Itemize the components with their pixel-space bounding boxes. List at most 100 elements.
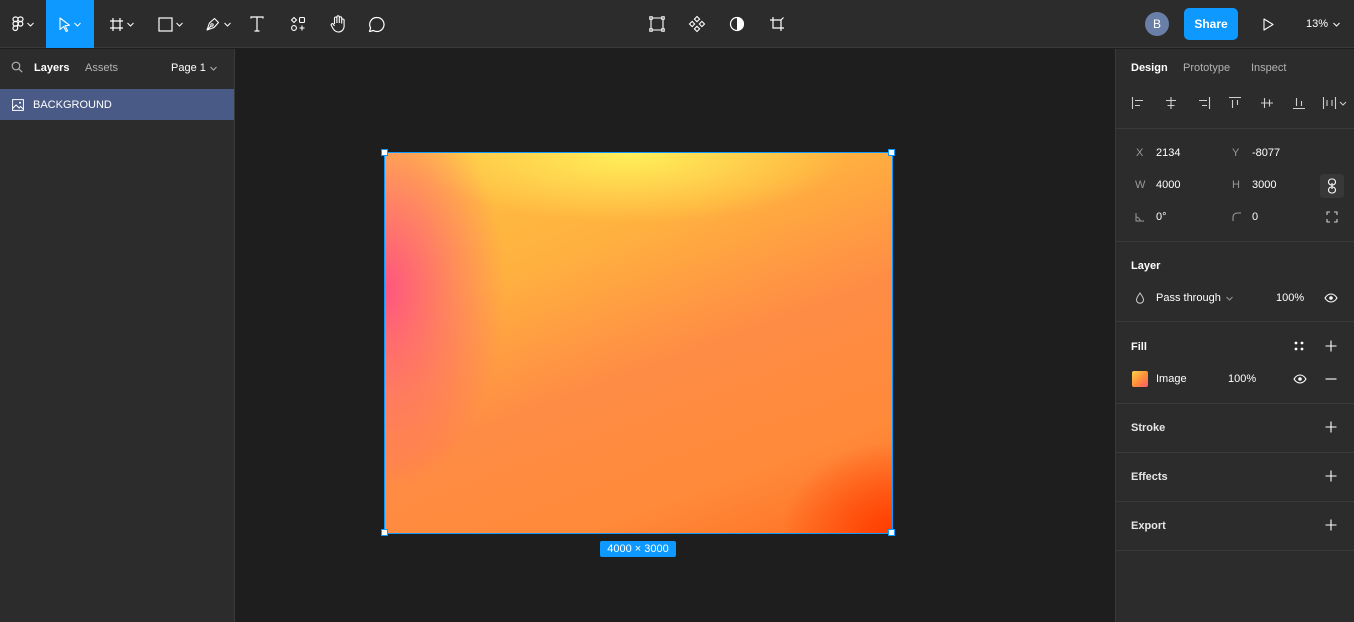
fill-opacity-input[interactable]: 100% — [1228, 373, 1256, 385]
blend-mode-dropdown[interactable]: Pass through — [1156, 292, 1233, 304]
component-icon — [688, 15, 706, 33]
comment-icon — [368, 16, 385, 32]
edit-object-button[interactable] — [647, 0, 667, 48]
share-button[interactable]: Share — [1184, 8, 1238, 40]
x-input[interactable]: 2134 — [1156, 147, 1180, 159]
chevron-down-icon — [224, 22, 231, 27]
pen-icon — [206, 17, 220, 31]
layer-opacity-input[interactable]: 100% — [1276, 292, 1304, 304]
resize-handle-top-right[interactable] — [888, 149, 895, 156]
frame-tool-button[interactable] — [104, 0, 138, 48]
fill-section-title: Fill — [1131, 341, 1147, 353]
edit-object-icon — [649, 16, 665, 32]
page-selector[interactable]: Page 1 — [171, 62, 217, 74]
effects-section-title: Effects — [1131, 471, 1168, 483]
figma-menu-button[interactable] — [0, 0, 46, 48]
hand-tool-button[interactable] — [326, 0, 350, 48]
move-tool-button[interactable] — [46, 0, 94, 48]
align-left-icon[interactable] — [1131, 96, 1145, 113]
text-icon — [250, 16, 264, 32]
pen-tool-button[interactable] — [200, 0, 236, 48]
background-image-frame[interactable] — [384, 152, 893, 534]
rotation-icon — [1135, 212, 1145, 222]
frame-icon — [109, 17, 123, 31]
layer-row[interactable]: BACKGROUND — [0, 89, 234, 120]
remove-fill-icon[interactable] — [1325, 378, 1337, 380]
constrain-proportions-button[interactable] — [1320, 174, 1344, 198]
independent-corners-icon[interactable] — [1326, 211, 1338, 223]
align-top-icon[interactable] — [1228, 96, 1242, 113]
cursor-icon — [59, 16, 71, 32]
chevron-down-icon — [175, 22, 183, 27]
search-icon[interactable] — [11, 61, 23, 76]
text-tool-button[interactable] — [246, 0, 268, 48]
present-button[interactable] — [1258, 0, 1278, 48]
image-layer-icon — [12, 98, 24, 111]
height-input[interactable]: 3000 — [1252, 179, 1276, 191]
fill-type-label[interactable]: Image — [1156, 373, 1187, 385]
shape-tool-button[interactable] — [152, 0, 188, 48]
divider — [1116, 501, 1354, 502]
align-right-icon[interactable] — [1197, 96, 1211, 113]
divider — [1116, 452, 1354, 453]
stroke-section-title: Stroke — [1131, 422, 1166, 434]
divider — [1116, 403, 1354, 404]
tab-prototype[interactable]: Prototype — [1183, 62, 1230, 74]
chevron-down-icon — [210, 66, 217, 71]
align-horizontal-center-icon[interactable] — [1164, 96, 1178, 113]
w-label: W — [1135, 179, 1146, 191]
divider — [1116, 550, 1354, 551]
chevron-down-icon — [1333, 22, 1340, 27]
fill-image-swatch[interactable] — [1132, 371, 1148, 387]
alignment-toolbar — [1116, 96, 1354, 112]
x-label: X — [1136, 147, 1144, 159]
blend-mode-value: Pass through — [1156, 292, 1221, 304]
align-vertical-center-icon[interactable] — [1260, 96, 1274, 113]
user-avatar[interactable]: B — [1145, 12, 1169, 36]
export-section-title: Export — [1131, 520, 1166, 532]
create-component-button[interactable] — [687, 0, 707, 48]
chevron-down-icon — [74, 22, 81, 27]
styles-icon[interactable] — [1294, 341, 1304, 351]
chevron-down-icon — [27, 22, 34, 27]
page-selector-label: Page 1 — [171, 62, 206, 74]
properties-panel: Design Prototype Inspect X 2134 Y -8077 … — [1115, 49, 1354, 622]
tab-assets[interactable]: Assets — [85, 62, 118, 74]
comment-tool-button[interactable] — [366, 0, 388, 48]
chevron-down-icon — [1225, 296, 1233, 301]
rectangle-icon — [157, 16, 173, 32]
align-bottom-icon[interactable] — [1292, 96, 1306, 113]
width-input[interactable]: 4000 — [1156, 179, 1180, 191]
tab-layers[interactable]: Layers — [34, 62, 69, 74]
zoom-level: 13% — [1306, 18, 1329, 30]
selection-dimensions-label: 4000 × 3000 — [600, 541, 676, 557]
corner-radius-icon — [1232, 212, 1242, 222]
link-icon — [1327, 178, 1337, 194]
distribute-icon[interactable] — [1322, 96, 1348, 113]
mask-icon — [729, 16, 745, 32]
add-stroke-icon[interactable] — [1325, 421, 1337, 433]
zoom-dropdown[interactable]: 13% — [1306, 0, 1340, 48]
crop-button[interactable] — [767, 0, 787, 48]
rotation-input[interactable]: 0° — [1156, 211, 1167, 223]
corner-radius-input[interactable]: 0 — [1252, 211, 1258, 223]
resize-handle-top-left[interactable] — [381, 149, 388, 156]
add-export-icon[interactable] — [1325, 519, 1337, 531]
layers-panel: Layers Assets Page 1 BACKGROUND — [0, 49, 235, 622]
mask-button[interactable] — [727, 0, 747, 48]
resize-handle-bottom-left[interactable] — [381, 529, 388, 536]
tab-design[interactable]: Design — [1131, 62, 1168, 74]
divider — [1116, 321, 1354, 322]
top-toolbar: B Share 13% — [0, 0, 1354, 48]
h-label: H — [1232, 179, 1240, 191]
resources-tool-button[interactable] — [287, 0, 309, 48]
tab-inspect[interactable]: Inspect — [1251, 62, 1286, 74]
resize-handle-bottom-right[interactable] — [888, 529, 895, 536]
add-effect-icon[interactable] — [1325, 470, 1337, 482]
y-input[interactable]: -8077 — [1252, 147, 1280, 159]
layers-panel-header: Layers Assets Page 1 — [0, 49, 234, 88]
eye-icon[interactable] — [1324, 293, 1338, 303]
eye-icon[interactable] — [1293, 374, 1307, 384]
layer-section-title: Layer — [1131, 260, 1161, 272]
add-fill-icon[interactable] — [1325, 340, 1337, 352]
